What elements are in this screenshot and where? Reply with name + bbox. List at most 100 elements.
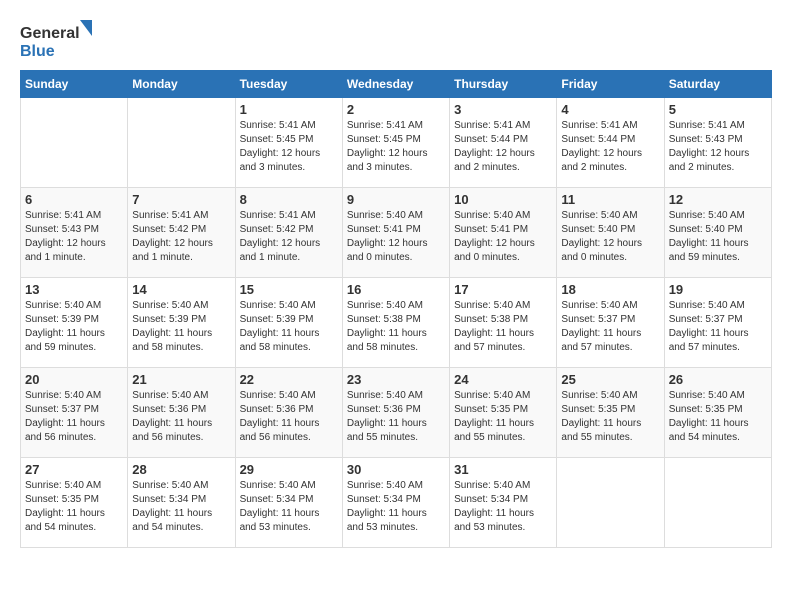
- calendar-cell: 5 Sunrise: 5:41 AM Sunset: 5:43 PM Daylig…: [664, 98, 771, 188]
- calendar-cell: 13 Sunrise: 5:40 AM Sunset: 5:39 PM Dayli…: [21, 278, 128, 368]
- day-info: Sunrise: 5:41 AM Sunset: 5:43 PM Dayligh…: [669, 119, 767, 175]
- day-info: Sunrise: 5:41 AM Sunset: 5:45 PM Dayligh…: [347, 119, 445, 175]
- calendar-cell: 16Sunrise: 5:40 AM Sunset: 5:38 PM Dayli…: [342, 278, 449, 368]
- day-number: 5: [669, 102, 767, 117]
- calendar-table: SundayMondayTuesdayWednesdayThursdayFrid…: [20, 70, 772, 548]
- day-info: Sunrise: 5:40 AM Sunset: 5:40 PM Dayligh…: [669, 209, 767, 265]
- day-number: 11: [561, 192, 659, 207]
- day-number: 8: [240, 192, 338, 207]
- day-number: 17: [454, 282, 552, 297]
- day-number: 23: [347, 372, 445, 387]
- calendar-cell: 3 Sunrise: 5:41 AM Sunset: 5:44 PM Daylig…: [450, 98, 557, 188]
- weekday-header: Friday: [557, 71, 664, 98]
- calendar-cell: 14 Sunrise: 5:40 AM Sunset: 5:39 PM Dayli…: [128, 278, 235, 368]
- calendar-cell: 19 Sunrise: 5:40 AM Sunset: 5:37 PM Dayli…: [664, 278, 771, 368]
- day-info: Sunrise: 5:40 AM Sunset: 5:38 PM Dayligh…: [347, 299, 445, 355]
- svg-text:General: General: [20, 25, 80, 42]
- day-info: Sunrise: 5:40 AM Sunset: 5:39 PM Dayligh…: [132, 299, 230, 355]
- day-number: 10: [454, 192, 552, 207]
- day-number: 13: [25, 282, 123, 297]
- day-info: Sunrise: 5:40 AM Sunset: 5:37 PM Dayligh…: [669, 299, 767, 355]
- day-number: 19: [669, 282, 767, 297]
- day-number: 3: [454, 102, 552, 117]
- calendar-cell: 27 Sunrise: 5:40 AM Sunset: 5:35 PM Dayli…: [21, 458, 128, 548]
- day-number: 27: [25, 462, 123, 477]
- day-info: Sunrise: 5:41 AM Sunset: 5:43 PM Dayligh…: [25, 209, 123, 265]
- day-info: Sunrise: 5:40 AM Sunset: 5:37 PM Dayligh…: [561, 299, 659, 355]
- weekday-row: SundayMondayTuesdayWednesdayThursdayFrid…: [21, 71, 772, 98]
- day-number: 1: [240, 102, 338, 117]
- logo: GeneralBlue: [20, 20, 100, 60]
- day-number: 25: [561, 372, 659, 387]
- day-number: 6: [25, 192, 123, 207]
- day-info: Sunrise: 5:40 AM Sunset: 5:41 PM Dayligh…: [454, 209, 552, 265]
- calendar-week-row: 27 Sunrise: 5:40 AM Sunset: 5:35 PM Dayli…: [21, 458, 772, 548]
- logo-svg: GeneralBlue: [20, 20, 100, 60]
- day-number: 26: [669, 372, 767, 387]
- weekday-header: Thursday: [450, 71, 557, 98]
- calendar-header: SundayMondayTuesdayWednesdayThursdayFrid…: [21, 71, 772, 98]
- calendar-cell: 20Sunrise: 5:40 AM Sunset: 5:37 PM Dayli…: [21, 368, 128, 458]
- calendar-cell: 10 Sunrise: 5:40 AM Sunset: 5:41 PM Dayli…: [450, 188, 557, 278]
- calendar-body: 1 Sunrise: 5:41 AM Sunset: 5:45 PM Daylig…: [21, 98, 772, 548]
- day-number: 30: [347, 462, 445, 477]
- calendar-cell: 29Sunrise: 5:40 AM Sunset: 5:34 PM Dayli…: [235, 458, 342, 548]
- calendar-cell: 26 Sunrise: 5:40 AM Sunset: 5:35 PM Dayli…: [664, 368, 771, 458]
- calendar-week-row: 20Sunrise: 5:40 AM Sunset: 5:37 PM Dayli…: [21, 368, 772, 458]
- calendar-week-row: 13 Sunrise: 5:40 AM Sunset: 5:39 PM Dayli…: [21, 278, 772, 368]
- day-number: 4: [561, 102, 659, 117]
- calendar-cell: [664, 458, 771, 548]
- day-info: Sunrise: 5:40 AM Sunset: 5:39 PM Dayligh…: [240, 299, 338, 355]
- day-info: Sunrise: 5:40 AM Sunset: 5:39 PM Dayligh…: [25, 299, 123, 355]
- calendar-cell: 9 Sunrise: 5:40 AM Sunset: 5:41 PM Daylig…: [342, 188, 449, 278]
- calendar-cell: 4 Sunrise: 5:41 AM Sunset: 5:44 PM Daylig…: [557, 98, 664, 188]
- day-info: Sunrise: 5:41 AM Sunset: 5:42 PM Dayligh…: [132, 209, 230, 265]
- calendar-cell: 8Sunrise: 5:41 AM Sunset: 5:42 PM Daylig…: [235, 188, 342, 278]
- weekday-header: Saturday: [664, 71, 771, 98]
- day-info: Sunrise: 5:40 AM Sunset: 5:36 PM Dayligh…: [347, 389, 445, 445]
- day-number: 15: [240, 282, 338, 297]
- day-info: Sunrise: 5:40 AM Sunset: 5:41 PM Dayligh…: [347, 209, 445, 265]
- svg-text:Blue: Blue: [20, 43, 55, 60]
- calendar-cell: 21 Sunrise: 5:40 AM Sunset: 5:36 PM Dayli…: [128, 368, 235, 458]
- calendar-cell: 12Sunrise: 5:40 AM Sunset: 5:40 PM Dayli…: [664, 188, 771, 278]
- calendar-cell: [557, 458, 664, 548]
- calendar-cell: 7Sunrise: 5:41 AM Sunset: 5:42 PM Daylig…: [128, 188, 235, 278]
- day-info: Sunrise: 5:40 AM Sunset: 5:34 PM Dayligh…: [132, 479, 230, 535]
- day-info: Sunrise: 5:40 AM Sunset: 5:35 PM Dayligh…: [669, 389, 767, 445]
- calendar-cell: 18 Sunrise: 5:40 AM Sunset: 5:37 PM Dayli…: [557, 278, 664, 368]
- weekday-header: Monday: [128, 71, 235, 98]
- day-number: 14: [132, 282, 230, 297]
- day-info: Sunrise: 5:40 AM Sunset: 5:35 PM Dayligh…: [561, 389, 659, 445]
- day-info: Sunrise: 5:40 AM Sunset: 5:38 PM Dayligh…: [454, 299, 552, 355]
- day-info: Sunrise: 5:40 AM Sunset: 5:34 PM Dayligh…: [240, 479, 338, 535]
- calendar-cell: 17 Sunrise: 5:40 AM Sunset: 5:38 PM Dayli…: [450, 278, 557, 368]
- weekday-header: Wednesday: [342, 71, 449, 98]
- day-number: 18: [561, 282, 659, 297]
- day-info: Sunrise: 5:40 AM Sunset: 5:35 PM Dayligh…: [454, 389, 552, 445]
- calendar-cell: [128, 98, 235, 188]
- day-info: Sunrise: 5:40 AM Sunset: 5:36 PM Dayligh…: [132, 389, 230, 445]
- calendar-cell: 31Sunrise: 5:40 AM Sunset: 5:34 PM Dayli…: [450, 458, 557, 548]
- calendar-cell: 11Sunrise: 5:40 AM Sunset: 5:40 PM Dayli…: [557, 188, 664, 278]
- day-info: Sunrise: 5:40 AM Sunset: 5:37 PM Dayligh…: [25, 389, 123, 445]
- calendar-week-row: 1 Sunrise: 5:41 AM Sunset: 5:45 PM Daylig…: [21, 98, 772, 188]
- day-number: 31: [454, 462, 552, 477]
- day-number: 9: [347, 192, 445, 207]
- weekday-header: Tuesday: [235, 71, 342, 98]
- day-info: Sunrise: 5:41 AM Sunset: 5:44 PM Dayligh…: [454, 119, 552, 175]
- calendar-cell: 6 Sunrise: 5:41 AM Sunset: 5:43 PM Daylig…: [21, 188, 128, 278]
- page-header: GeneralBlue: [20, 20, 772, 60]
- day-number: 21: [132, 372, 230, 387]
- calendar-cell: [21, 98, 128, 188]
- calendar-cell: 23 Sunrise: 5:40 AM Sunset: 5:36 PM Dayli…: [342, 368, 449, 458]
- calendar-cell: 2 Sunrise: 5:41 AM Sunset: 5:45 PM Daylig…: [342, 98, 449, 188]
- weekday-header: Sunday: [21, 71, 128, 98]
- day-info: Sunrise: 5:41 AM Sunset: 5:44 PM Dayligh…: [561, 119, 659, 175]
- day-info: Sunrise: 5:40 AM Sunset: 5:35 PM Dayligh…: [25, 479, 123, 535]
- calendar-cell: 24Sunrise: 5:40 AM Sunset: 5:35 PM Dayli…: [450, 368, 557, 458]
- day-info: Sunrise: 5:40 AM Sunset: 5:36 PM Dayligh…: [240, 389, 338, 445]
- calendar-cell: 15 Sunrise: 5:40 AM Sunset: 5:39 PM Dayli…: [235, 278, 342, 368]
- day-number: 2: [347, 102, 445, 117]
- calendar-cell: 1Sunrise: 5:41 AM Sunset: 5:45 PM Daylig…: [235, 98, 342, 188]
